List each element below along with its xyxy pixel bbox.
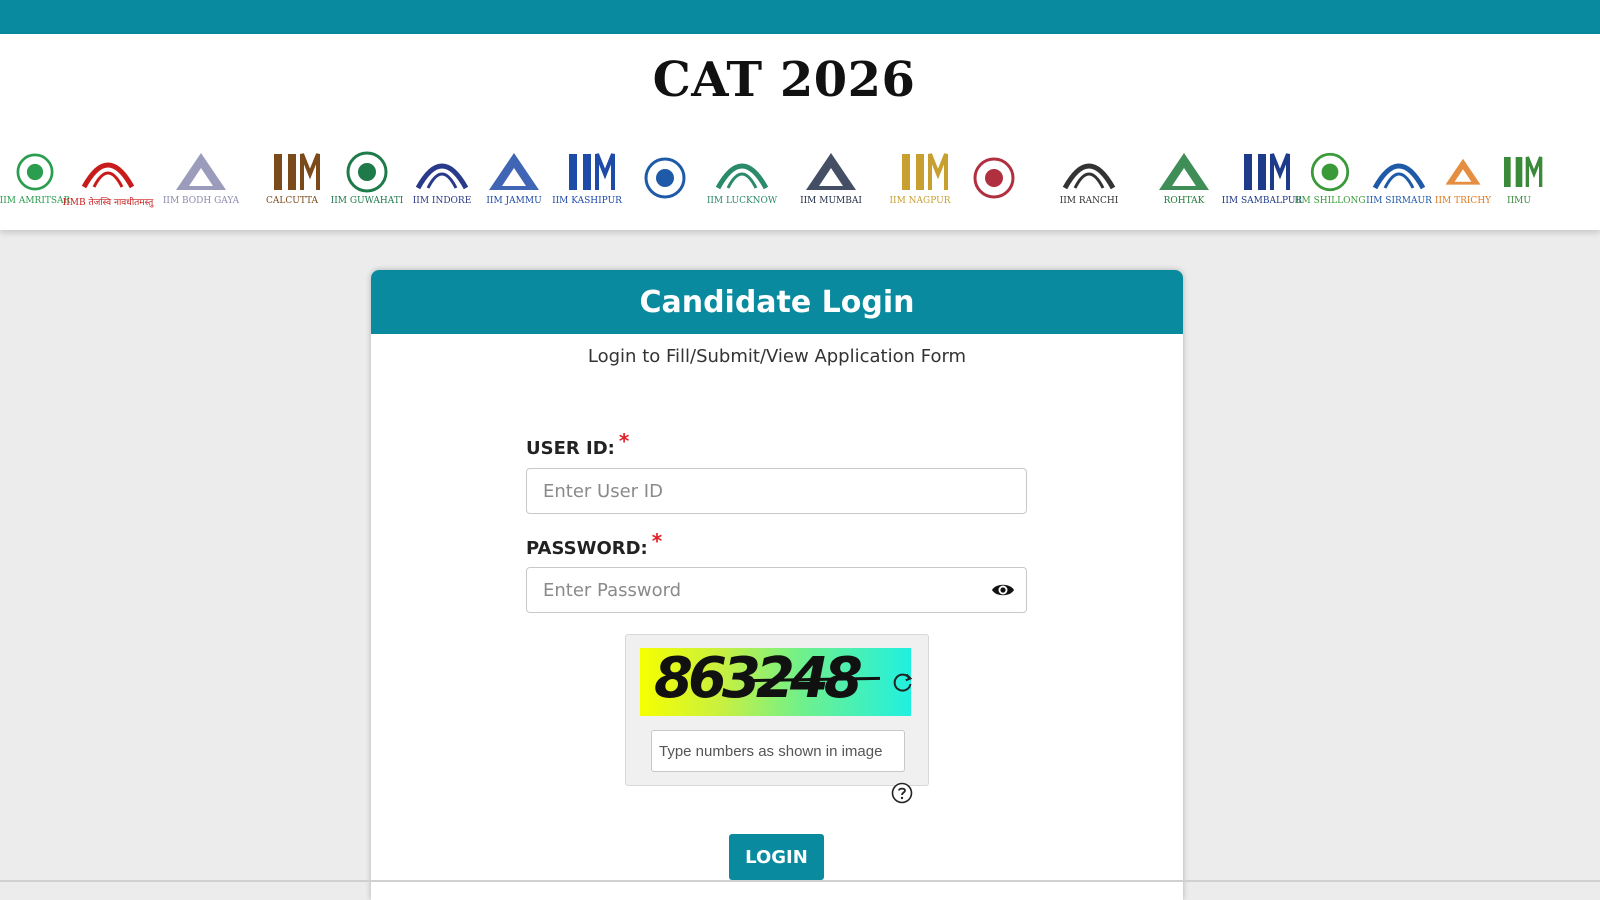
- emblem-icon: [1445, 158, 1481, 185]
- emblem-icon: [973, 157, 1015, 199]
- iim-logo: IIMB तेजस्वि नावधीतमस्तु: [63, 138, 153, 218]
- refresh-icon[interactable]: [892, 671, 914, 693]
- logo-caption: IIM SIRMAUR: [1366, 196, 1432, 206]
- logo-caption: IIM GUWAHATI: [330, 196, 404, 206]
- logo-caption: IIMB तेजस्वि नावधीतमस्तु: [62, 197, 154, 208]
- logo-caption: IIM BODH GAYA: [162, 196, 240, 206]
- emblem-icon: [569, 153, 615, 190]
- iim-logo: IIM INDORE: [406, 138, 478, 218]
- emblem-icon: [415, 163, 469, 190]
- logo-caption: IIM LUCKNOW: [706, 196, 778, 206]
- iim-logo: [630, 138, 700, 218]
- logo-caption: IIM AMRITSAR: [0, 196, 71, 206]
- iim-logo: IIM RANCHI: [1042, 138, 1136, 218]
- iim-logo: IIM KASHIPUR: [552, 138, 622, 218]
- logo-caption: IIM NAGPUR: [889, 196, 951, 206]
- password-label-text: PASSWORD:: [526, 538, 648, 559]
- user-id-label-text: USER ID:: [526, 438, 615, 459]
- logo-caption: IIMU: [1507, 196, 1531, 206]
- iim-logo: [962, 138, 1026, 218]
- user-id-input[interactable]: [526, 468, 1027, 514]
- required-mark: *: [651, 529, 663, 553]
- logo-caption: ROHTAK: [1163, 196, 1205, 206]
- iim-logo: IIM JAMMU: [484, 138, 544, 218]
- emblem-icon: [902, 153, 948, 190]
- iim-logo: IIM SAMBALPUR: [1222, 138, 1302, 218]
- login-card-header: Candidate Login: [371, 270, 1183, 334]
- eye-icon[interactable]: [991, 580, 1015, 600]
- page-title: CAT 2026: [652, 52, 916, 108]
- emblem-icon: [1504, 156, 1543, 187]
- emblem-icon: [81, 162, 135, 188]
- logo-caption: CALCUTTA: [265, 196, 318, 206]
- password-label: PASSWORD: *: [526, 529, 662, 559]
- iim-logo-strip: IIM AMRITSAR IIMB तेजस्वि नावधीतमस्तु IIM …: [0, 138, 1600, 218]
- iim-logo: IIM AMRITSAR: [0, 138, 70, 218]
- login-button[interactable]: LOGIN: [729, 834, 824, 880]
- iim-logo: IIM LUCKNOW: [706, 138, 778, 218]
- emblem-icon: [16, 153, 54, 191]
- emblem-icon: [274, 153, 320, 190]
- iim-logo: IIM GUWAHATI: [331, 138, 403, 218]
- login-card: Candidate Login Login to Fill/Submit/Vie…: [371, 270, 1183, 900]
- emblem-icon: [715, 163, 769, 190]
- login-subtitle: Login to Fill/Submit/View Application Fo…: [587, 346, 967, 367]
- user-id-label: USER ID: *: [526, 429, 629, 459]
- emblem-icon: [1310, 152, 1350, 192]
- emblem-icon: [176, 153, 226, 190]
- iim-logo: IIMU: [1494, 138, 1544, 218]
- help-icon[interactable]: [891, 782, 913, 804]
- logo-caption: IIM KASHIPUR: [552, 196, 622, 206]
- emblem-icon: [1159, 153, 1209, 190]
- logo-caption: IIM INDORE: [412, 196, 472, 206]
- iim-logo: IIM SIRMAUR: [1360, 138, 1438, 218]
- page-bottom-divider: [0, 880, 1600, 882]
- required-mark: *: [618, 429, 630, 453]
- emblem-icon: [489, 153, 539, 190]
- iim-logo: IIM TRICHY: [1435, 138, 1491, 218]
- captcha-image: 863248: [640, 648, 911, 716]
- iim-logo: CALCUTTA: [256, 138, 328, 218]
- iim-logo: IIM BODH GAYA: [158, 138, 244, 218]
- iim-logo: ROHTAK: [1146, 138, 1222, 218]
- emblem-icon: [1244, 153, 1290, 190]
- logo-caption: IIM RANCHI: [1059, 196, 1119, 206]
- emblem-icon: [1372, 163, 1426, 190]
- emblem-icon: [644, 157, 686, 199]
- logo-caption: IIM TRICHY: [1434, 196, 1492, 206]
- emblem-icon: [806, 153, 856, 190]
- iim-logo: IIM SHILLONG: [1294, 138, 1366, 218]
- password-input[interactable]: [526, 567, 1027, 613]
- logo-caption: IIM MUMBAI: [800, 196, 862, 206]
- logo-caption: IIM SAMBALPUR: [1221, 196, 1303, 206]
- emblem-icon: [346, 151, 388, 193]
- site-header: CAT 2026 IIM AMRITSAR IIMB तेजस्वि नावधीत…: [0, 34, 1600, 230]
- captcha-input[interactable]: [651, 730, 905, 772]
- top-accent-bar: [0, 0, 1600, 34]
- iim-logo: IIM NAGPUR: [889, 138, 951, 218]
- logo-caption: IIM JAMMU: [486, 196, 542, 206]
- emblem-icon: [1062, 163, 1116, 190]
- iim-logo: IIM MUMBAI: [786, 138, 876, 218]
- logo-caption: IIM SHILLONG: [1294, 196, 1366, 206]
- captcha-container: 863248: [625, 634, 929, 786]
- login-title: Candidate Login: [639, 284, 915, 320]
